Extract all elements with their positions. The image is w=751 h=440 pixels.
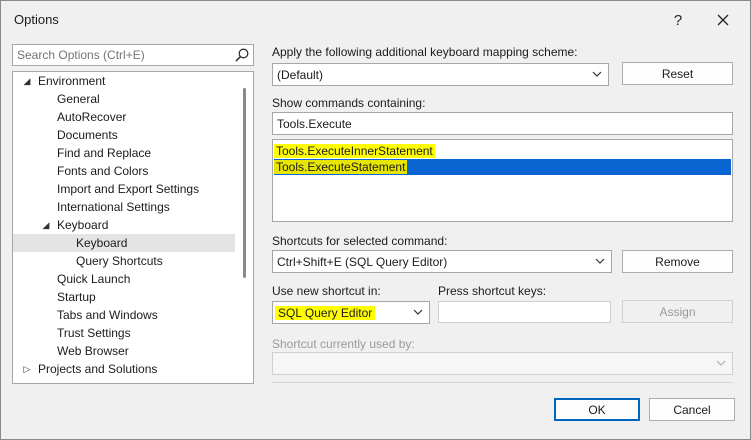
chevron-down-icon — [592, 71, 602, 77]
close-icon — [717, 14, 729, 26]
remove-button[interactable]: Remove — [622, 250, 733, 273]
press-shortcut-keys-input[interactable] — [438, 301, 611, 323]
search-input[interactable] — [17, 47, 231, 63]
tree-item-label: Web Browser — [57, 344, 129, 358]
use-new-shortcut-value: SQL Query Editor — [275, 306, 376, 320]
commands-filter-value: Tools.Execute — [277, 117, 352, 131]
mapping-scheme-value: (Default) — [277, 68, 324, 82]
command-item-selected[interactable]: Tools.ExecuteStatement — [274, 159, 731, 175]
chevron-down-icon — [413, 309, 423, 315]
tree-item-startup[interactable]: Startup — [13, 288, 235, 306]
tree-item-label: Documents — [57, 128, 118, 142]
reset-button[interactable]: Reset — [622, 62, 733, 85]
command-item[interactable]: Tools.ExecuteInnerStatement — [274, 143, 731, 159]
tree-item-label: Query Shortcuts — [76, 254, 163, 268]
tree-item-label: Trust Settings — [57, 326, 131, 340]
tree-item-import-export[interactable]: Import and Export Settings — [13, 180, 235, 198]
cancel-button[interactable]: Cancel — [649, 398, 735, 421]
tree-item-label: General — [57, 92, 100, 106]
options-tree: ◢ Environment General AutoRecover Docume… — [12, 71, 254, 384]
shortcuts-dropdown[interactable]: Ctrl+Shift+E (SQL Query Editor) — [272, 250, 612, 273]
tree-item-label: Quick Launch — [57, 272, 131, 286]
tree-item-autorecover[interactable]: AutoRecover — [13, 108, 235, 126]
tree-item-label: Keyboard — [76, 236, 128, 250]
ok-button[interactable]: OK — [554, 398, 640, 421]
mapping-scheme-label: Apply the following additional keyboard … — [272, 45, 578, 59]
command-item-label: Tools.ExecuteInnerStatement — [274, 144, 435, 158]
currently-used-dropdown[interactable] — [272, 352, 733, 375]
chevron-down-icon — [595, 258, 605, 264]
collapsed-arrow-icon[interactable]: ▷ — [21, 360, 33, 378]
tree-item-label: Keyboard — [57, 218, 109, 232]
tree-item-label: Projects and Solutions — [38, 362, 158, 376]
tree-item-label: Tabs and Windows — [57, 308, 158, 322]
currently-used-label: Shortcut currently used by: — [272, 337, 415, 351]
mapping-scheme-dropdown[interactable]: (Default) — [272, 63, 609, 86]
options-dialog: Options ? ◢ Environment General AutoReco… — [0, 0, 751, 440]
tree-item-general[interactable]: General — [13, 90, 235, 108]
expanded-arrow-icon[interactable]: ◢ — [21, 72, 33, 90]
tree-item-find-and-replace[interactable]: Find and Replace — [13, 144, 235, 162]
tree-item-documents[interactable]: Documents — [13, 126, 235, 144]
tree-item-environment[interactable]: ◢ Environment — [13, 72, 235, 90]
tree-item-projects-and-solutions[interactable]: ▷ Projects and Solutions — [13, 360, 235, 378]
tree-item-label: Find and Replace — [57, 146, 152, 160]
tree-item-label: Startup — [57, 290, 96, 304]
tree-item-label: AutoRecover — [57, 110, 127, 124]
tree-item-keyboard[interactable]: ◢ Keyboard — [13, 216, 235, 234]
tree-item-fonts-and-colors[interactable]: Fonts and Colors — [13, 162, 235, 180]
commands-filter-input[interactable]: Tools.Execute — [272, 112, 733, 135]
commands-label: Show commands containing: — [272, 96, 426, 110]
command-item-label: Tools.ExecuteStatement — [274, 160, 408, 174]
tree-item-label: International Settings — [57, 200, 170, 214]
dialog-title: Options — [14, 12, 59, 27]
expanded-arrow-icon[interactable]: ◢ — [40, 216, 52, 234]
tree-item-label: Fonts and Colors — [57, 164, 149, 178]
tree-scrollbar[interactable] — [243, 88, 246, 278]
close-button[interactable] — [703, 7, 743, 33]
tree-item-international[interactable]: International Settings — [13, 198, 235, 216]
help-button[interactable]: ? — [658, 7, 698, 33]
tree-item-label: Environment — [38, 74, 106, 88]
tree-item-tabs-and-windows[interactable]: Tabs and Windows — [13, 306, 235, 324]
use-new-shortcut-label: Use new shortcut in: — [272, 284, 381, 298]
divider — [272, 382, 733, 383]
shortcuts-value: Ctrl+Shift+E (SQL Query Editor) — [277, 255, 448, 269]
tree-item-query-shortcuts[interactable]: Query Shortcuts — [13, 252, 235, 270]
commands-list[interactable]: Tools.ExecuteInnerStatement Tools.Execut… — [272, 139, 733, 222]
press-shortcut-keys-label: Press shortcut keys: — [438, 284, 547, 298]
shortcuts-label: Shortcuts for selected command: — [272, 234, 448, 248]
tree-item-label: Import and Export Settings — [57, 182, 200, 196]
assign-button[interactable]: Assign — [622, 300, 733, 323]
search-box[interactable] — [12, 44, 254, 66]
tree-item-quick-launch[interactable]: Quick Launch — [13, 270, 235, 288]
title-bar: Options ? — [1, 1, 750, 39]
use-new-shortcut-dropdown[interactable]: SQL Query Editor — [272, 301, 430, 324]
search-icon — [235, 48, 249, 62]
tree-item-keyboard-keyboard[interactable]: Keyboard — [13, 234, 235, 252]
tree-item-web-browser[interactable]: Web Browser — [13, 342, 235, 360]
chevron-down-icon — [716, 360, 726, 366]
tree-item-trust-settings[interactable]: Trust Settings — [13, 324, 235, 342]
